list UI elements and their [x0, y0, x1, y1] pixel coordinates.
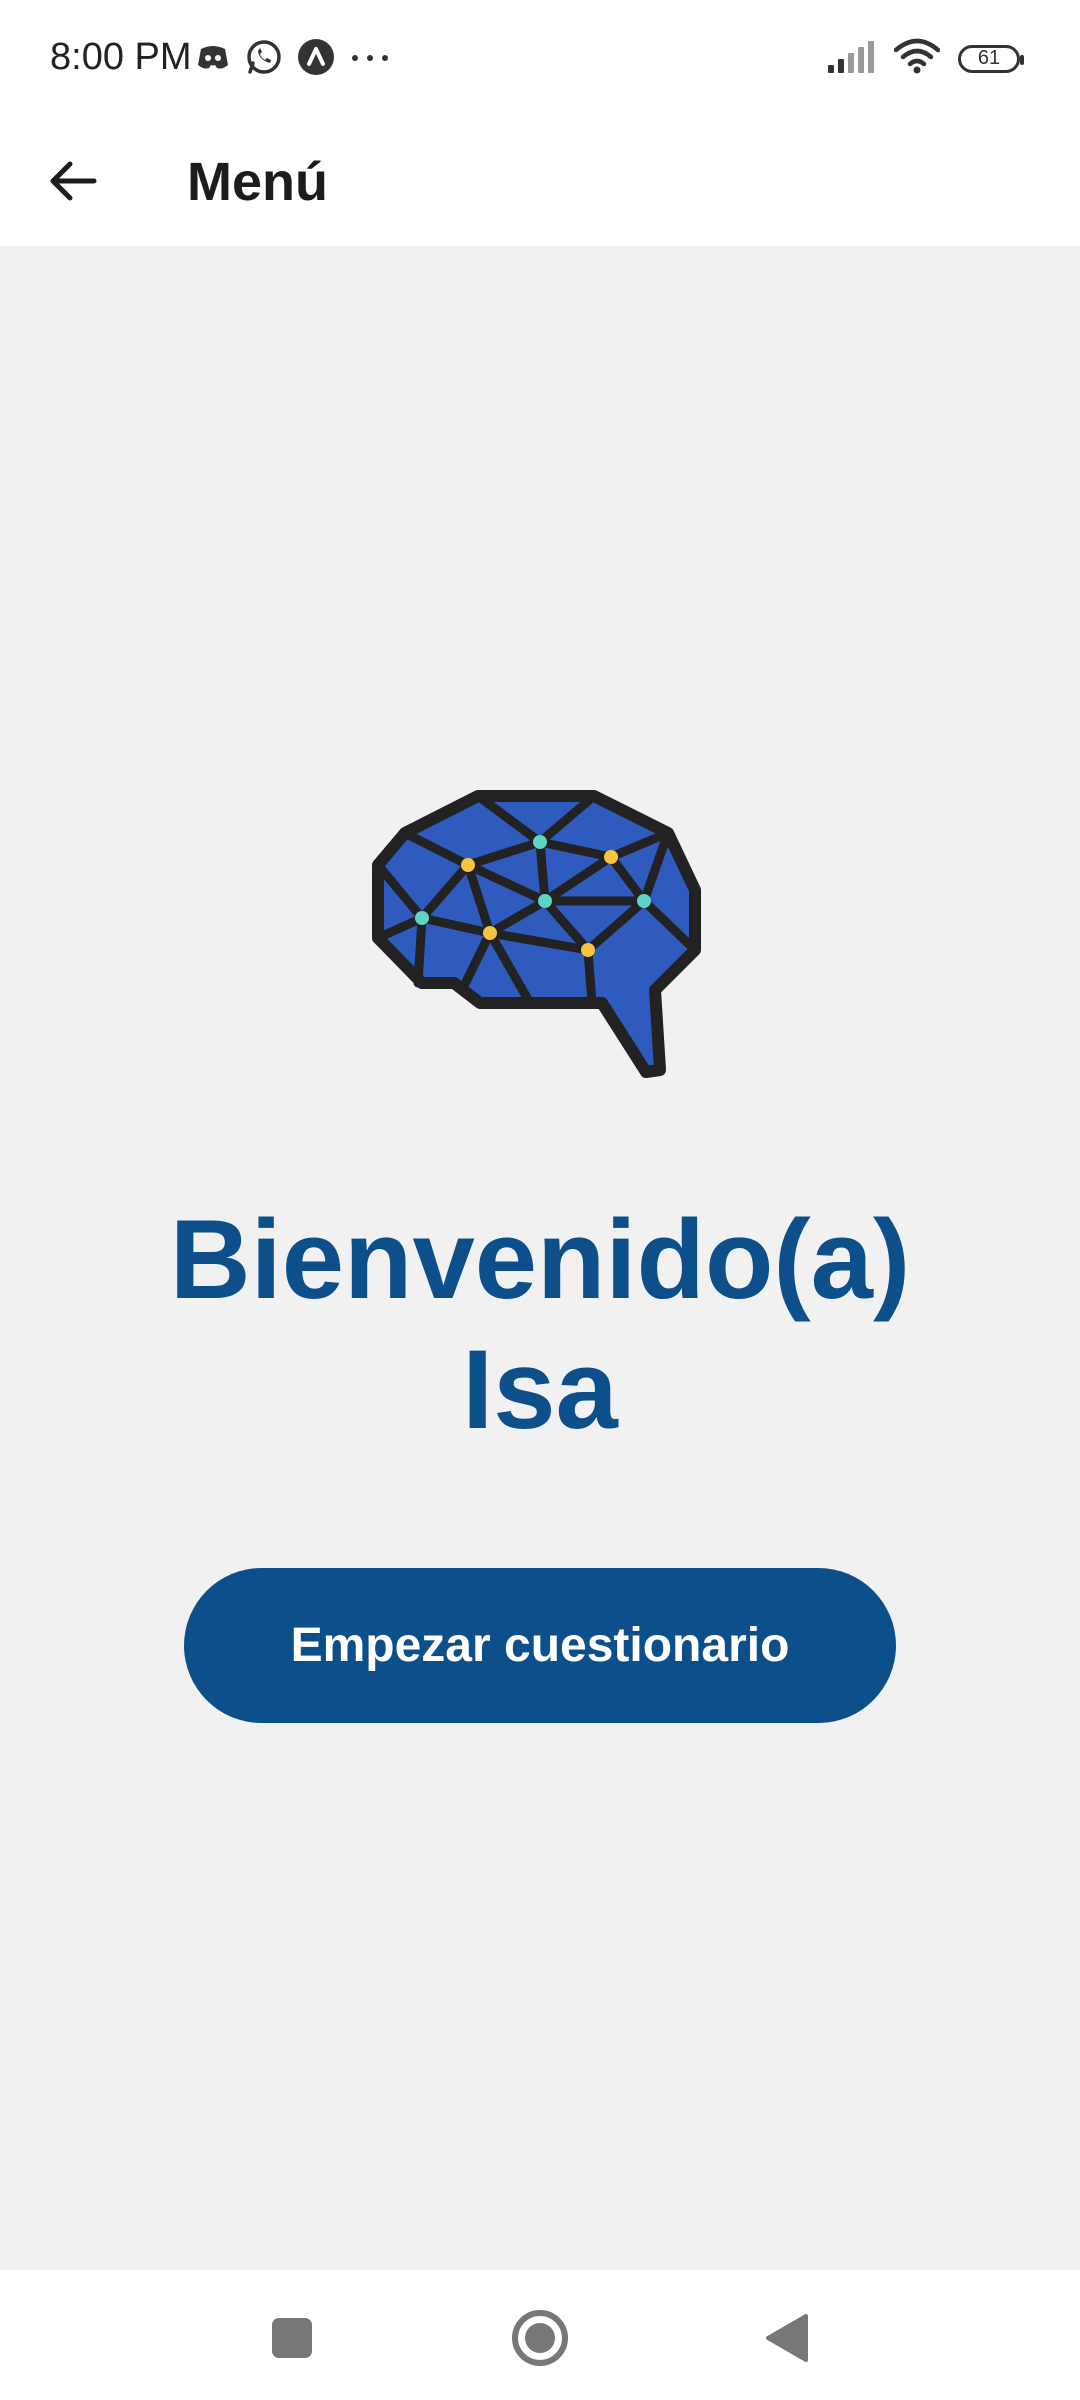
- notification-icons: [195, 38, 391, 81]
- recents-square-icon: [270, 2316, 314, 2365]
- back-button[interactable]: [28, 138, 118, 228]
- welcome-heading: Bienvenido(a) Isa: [0, 1195, 1080, 1455]
- wifi-icon: [893, 38, 941, 79]
- more-dots-icon: [349, 51, 391, 69]
- recents-button[interactable]: [252, 2300, 332, 2380]
- battery-icon: 61: [958, 44, 1024, 73]
- start-questionnaire-button[interactable]: Empezar cuestionario: [184, 1568, 896, 1723]
- home-button[interactable]: [500, 2300, 580, 2380]
- page-title: Menú: [187, 152, 328, 212]
- system-back-button[interactable]: [746, 2300, 826, 2380]
- navigation-bar: [0, 2270, 1080, 2400]
- home-circle-icon: [510, 2308, 570, 2373]
- system-icons: 61: [826, 38, 1024, 79]
- status-time: 8:00 PM: [50, 36, 192, 78]
- app-bar: Menú: [0, 120, 1080, 246]
- user-name: Isa: [462, 1327, 618, 1452]
- arrow-left-icon: [48, 159, 98, 208]
- whatsapp-icon: [245, 38, 283, 81]
- welcome-line: Bienvenido(a): [169, 1197, 911, 1322]
- app-a-icon: [297, 38, 335, 81]
- discord-icon: [195, 41, 231, 78]
- brain-network-icon: [370, 785, 710, 1085]
- status-bar: 8:00 PM 61: [0, 0, 1080, 120]
- back-triangle-icon: [762, 2312, 810, 2369]
- signal-icon: [826, 39, 876, 78]
